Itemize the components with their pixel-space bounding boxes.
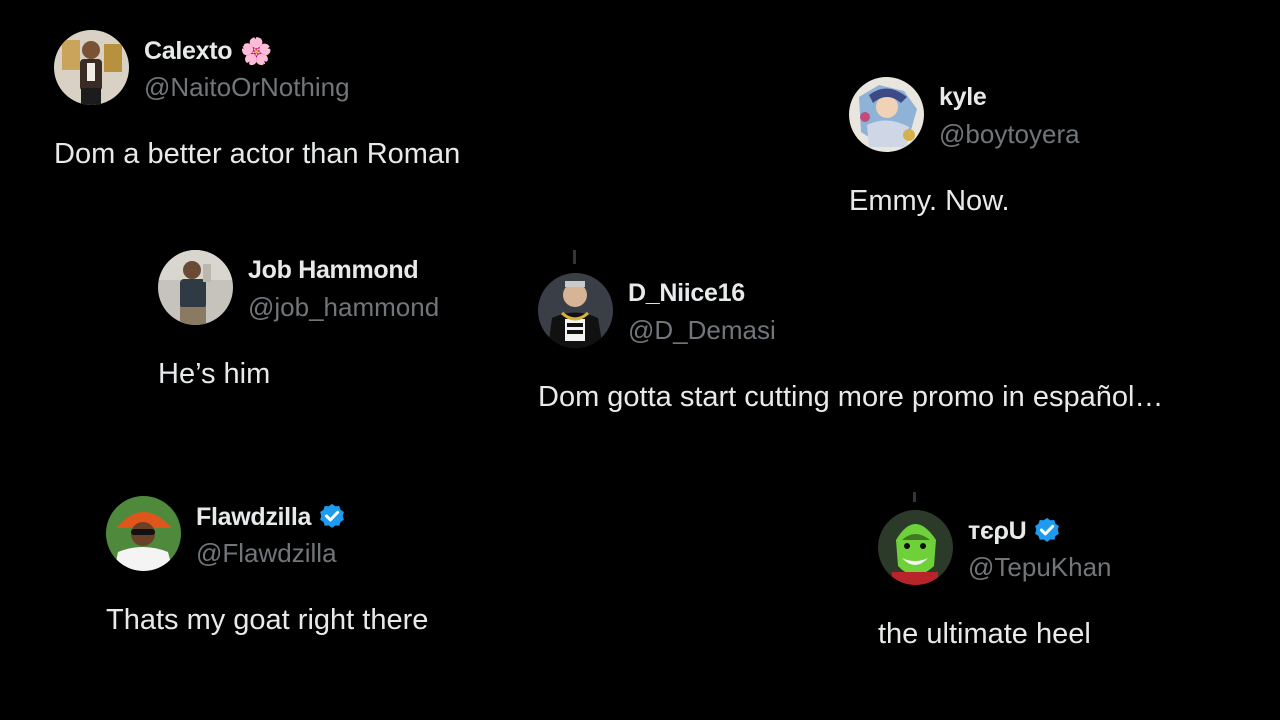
avatar[interactable]	[54, 30, 129, 105]
thread-connector	[573, 250, 576, 264]
user-handle[interactable]: @TepuKhan	[968, 552, 1112, 583]
tweet-text: Thats my goat right there	[106, 604, 429, 636]
avatar[interactable]	[878, 510, 953, 585]
user-handle[interactable]: @job_hammond	[248, 292, 439, 323]
display-name[interactable]: тєρU	[968, 517, 1027, 546]
tweet-text: Dom a better actor than Roman	[54, 138, 461, 170]
avatar[interactable]	[106, 496, 181, 571]
tweet-text: He’s him	[158, 358, 271, 390]
tweet-text: Emmy. Now.	[849, 185, 1010, 217]
tweet-text: the ultimate heel	[878, 618, 1091, 650]
cherry-blossom-emoji: 🌸	[240, 36, 273, 66]
avatar[interactable]	[158, 250, 233, 325]
display-name[interactable]: D_Niice16	[628, 279, 745, 308]
display-name[interactable]: kyle	[939, 83, 987, 112]
avatar[interactable]	[538, 273, 613, 348]
user-handle[interactable]: @D_Demasi	[628, 315, 776, 346]
display-name[interactable]: Flawdzilla	[196, 503, 311, 532]
verified-badge-icon	[317, 502, 347, 532]
user-handle[interactable]: @boytoyera	[939, 119, 1080, 150]
thread-connector	[913, 492, 916, 502]
user-handle[interactable]: @NaitoOrNothing	[144, 72, 350, 103]
verified-badge-icon	[1032, 516, 1062, 546]
user-handle[interactable]: @Flawdzilla	[196, 538, 337, 569]
display-name[interactable]: Calexto	[144, 37, 233, 66]
display-name[interactable]: Job Hammond	[248, 256, 419, 285]
avatar[interactable]	[849, 77, 924, 152]
tweet-text: Dom gotta start cutting more promo in es…	[538, 381, 1164, 413]
